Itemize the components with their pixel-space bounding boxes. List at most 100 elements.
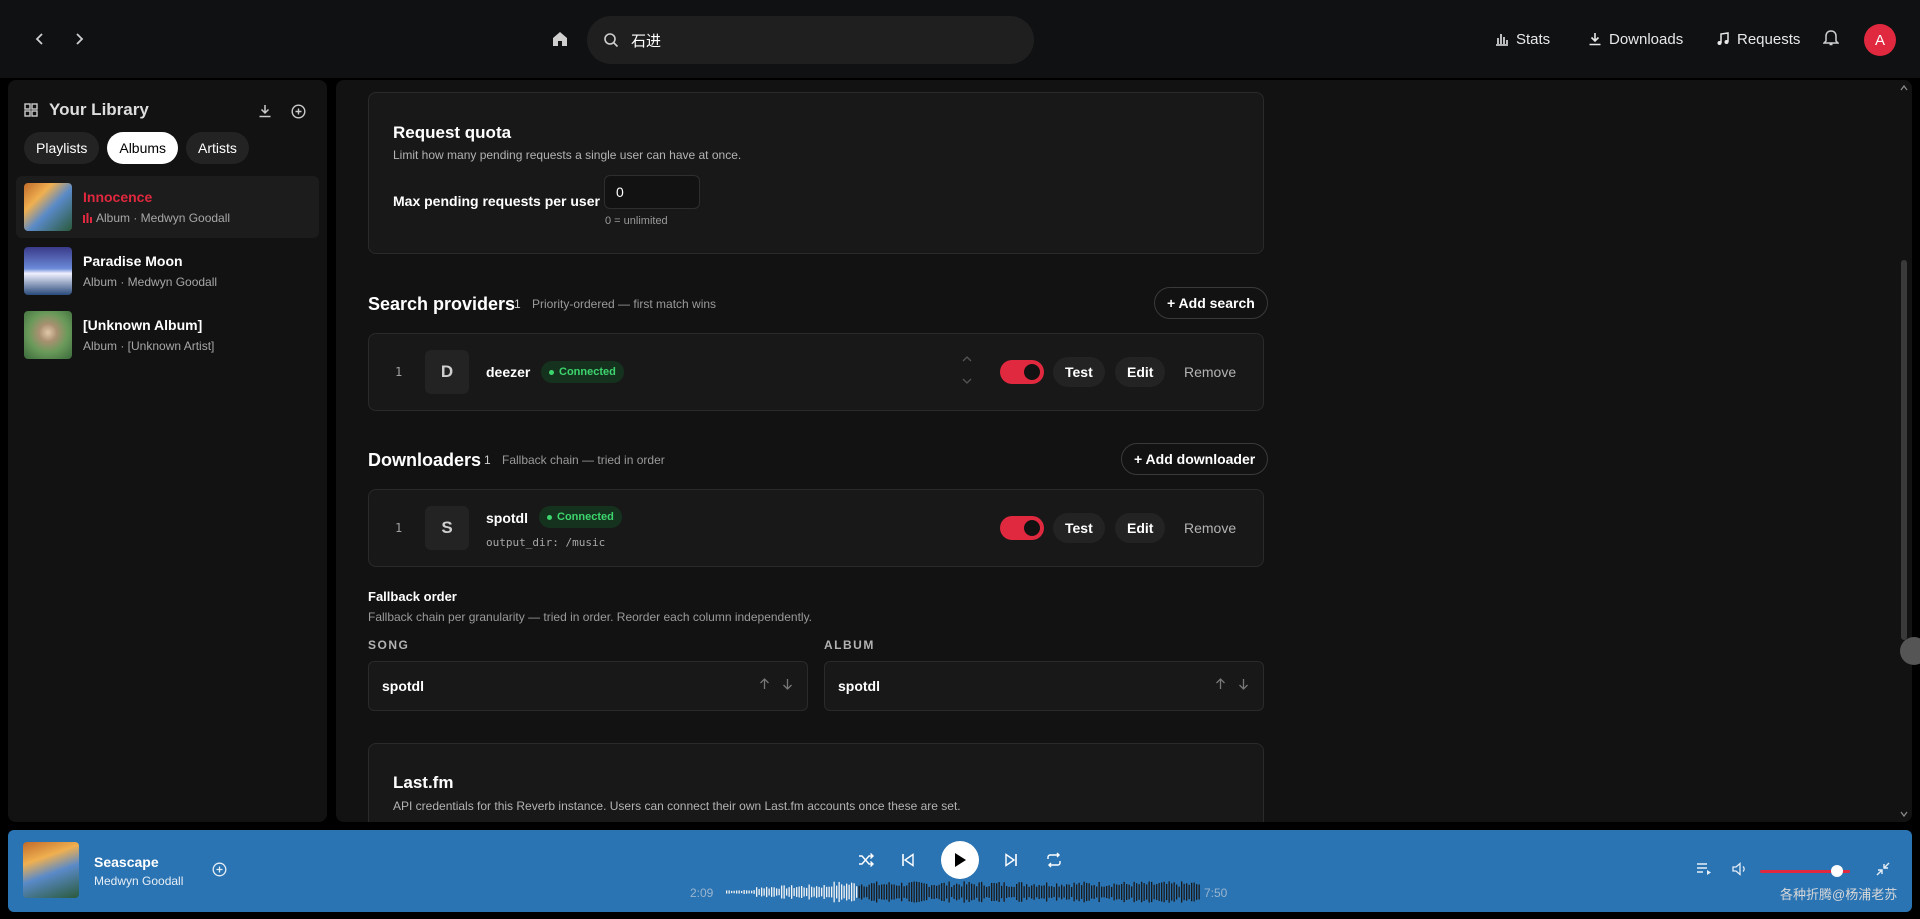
user-avatar[interactable]: A (1864, 24, 1896, 56)
search-input[interactable] (631, 31, 1011, 49)
waveform-bar (1071, 887, 1073, 897)
now-playing-cover[interactable] (23, 842, 79, 898)
move-down-icon[interactable] (962, 378, 972, 384)
waveform-bar (928, 886, 930, 898)
search-bar[interactable] (587, 16, 1034, 64)
downloads-link[interactable]: Downloads (1588, 28, 1683, 50)
next-button[interactable] (996, 845, 1026, 875)
arrow-up-icon[interactable] (759, 678, 770, 690)
add-downloader-button[interactable]: + Add downloader (1121, 443, 1269, 475)
arrow-down-icon[interactable] (1238, 678, 1249, 690)
waveform-bar (813, 887, 815, 897)
volume-slider-knob[interactable] (1830, 865, 1843, 877)
album-subtitle: Album · Medwyn Goodall (83, 275, 218, 289)
mute-button[interactable] (1725, 854, 1755, 884)
waveform-bar (793, 888, 795, 896)
waveform-bar (796, 887, 798, 897)
library-item-innocence[interactable]: Innocence Album · Medwyn Goodall (16, 176, 319, 238)
waveform-bar (871, 883, 873, 901)
add-to-library-button[interactable] (204, 854, 234, 884)
library-download-button[interactable] (254, 100, 276, 122)
library-item-paradise-moon[interactable]: Paradise Moon Album · Medwyn Goodall (16, 240, 319, 302)
test-button[interactable]: Test (1053, 513, 1105, 543)
waveform-bar (751, 890, 753, 894)
waveform-bar (963, 881, 965, 903)
floating-assistant-button[interactable] (1900, 637, 1920, 665)
music-note-icon (1717, 32, 1729, 45)
repeat-button[interactable] (1039, 845, 1069, 875)
back-button[interactable] (25, 24, 55, 54)
waveform-bar (788, 887, 790, 897)
waveform-bar (888, 882, 890, 902)
move-up-icon[interactable] (962, 356, 972, 362)
waveform-bar (958, 884, 960, 900)
add-search-button[interactable]: + Add search (1154, 287, 1268, 319)
waveform-bar (903, 886, 905, 898)
max-pending-input[interactable] (604, 175, 700, 209)
waveform-progress[interactable] (726, 880, 1201, 904)
waveform-bar (861, 884, 863, 900)
toggle-knob (1024, 364, 1040, 380)
downloader-enabled-toggle[interactable] (1000, 516, 1044, 540)
search-providers-title: Search providers (368, 294, 516, 314)
album-cover (24, 183, 72, 231)
remove-button[interactable]: Remove (1184, 520, 1236, 536)
waveform-bar (1096, 886, 1098, 898)
plus-circle-icon (212, 862, 226, 876)
now-playing-artist[interactable]: Medwyn Goodall (94, 874, 183, 888)
chevron-right-icon (76, 33, 84, 45)
waveform-bar (916, 881, 918, 903)
volume-slider[interactable] (1760, 865, 1850, 877)
forward-button[interactable] (64, 24, 94, 54)
waveform-bar (1141, 881, 1143, 903)
download-icon (259, 105, 271, 118)
arrow-up-icon[interactable] (1215, 678, 1226, 690)
waveform-bar (878, 885, 880, 899)
requests-label: Requests (1737, 30, 1801, 48)
waveform-bar (1168, 881, 1170, 903)
status-badge: Connected (541, 361, 624, 383)
waveform-bar (973, 884, 975, 900)
waveform-bar (1088, 883, 1090, 901)
now-playing-title[interactable]: Seascape (94, 854, 159, 870)
waveform-bar (1023, 886, 1025, 898)
top-bar: Stats Downloads Requests A (0, 0, 1920, 78)
edit-button[interactable]: Edit (1115, 513, 1166, 543)
edit-button[interactable]: Edit (1115, 357, 1166, 387)
library-item-unknown-album[interactable]: [Unknown Album] Album · [Unknown Artist] (16, 304, 319, 366)
home-button[interactable] (545, 24, 575, 54)
waveform-bar (933, 884, 935, 900)
waveform-bar (1061, 884, 1063, 900)
waveform-bar (1068, 884, 1070, 900)
stats-link[interactable]: Stats (1495, 28, 1550, 50)
library-sidebar: Your Library Playlists Albums Artists In… (8, 80, 327, 822)
chip-playlists[interactable]: Playlists (24, 132, 100, 164)
waveform-bar (808, 884, 810, 900)
requests-link[interactable]: Requests (1716, 28, 1800, 50)
main-scrollbar[interactable] (1896, 80, 1912, 822)
notifications-button[interactable] (1822, 28, 1840, 51)
waveform-bar (1086, 882, 1088, 902)
chip-artists[interactable]: Artists (186, 132, 249, 164)
settings-main: Request quota Limit how many pending req… (336, 80, 1912, 822)
remove-button[interactable]: Remove (1184, 364, 1236, 380)
provider-enabled-toggle[interactable] (1000, 360, 1044, 384)
queue-button[interactable] (1689, 854, 1719, 884)
waveform-bar (851, 882, 853, 902)
waveform-bar (981, 881, 983, 903)
search-providers-note: Priority-ordered — first match wins (532, 297, 717, 311)
play-button[interactable] (941, 841, 979, 879)
waveform-bar (1106, 885, 1108, 899)
waveform-bar (1058, 886, 1060, 898)
minimize-player-button[interactable] (1868, 854, 1898, 884)
previous-button[interactable] (893, 845, 923, 875)
library-header[interactable]: Your Library (24, 100, 149, 120)
waveform-bar (1108, 885, 1110, 899)
shuffle-button[interactable] (851, 845, 881, 875)
arrow-down-icon[interactable] (782, 678, 793, 690)
test-button[interactable]: Test (1053, 357, 1105, 387)
library-add-button[interactable] (287, 100, 309, 122)
waveform-bar (948, 881, 950, 903)
chip-albums[interactable]: Albums (107, 132, 179, 164)
waveform-bar (1051, 886, 1053, 898)
